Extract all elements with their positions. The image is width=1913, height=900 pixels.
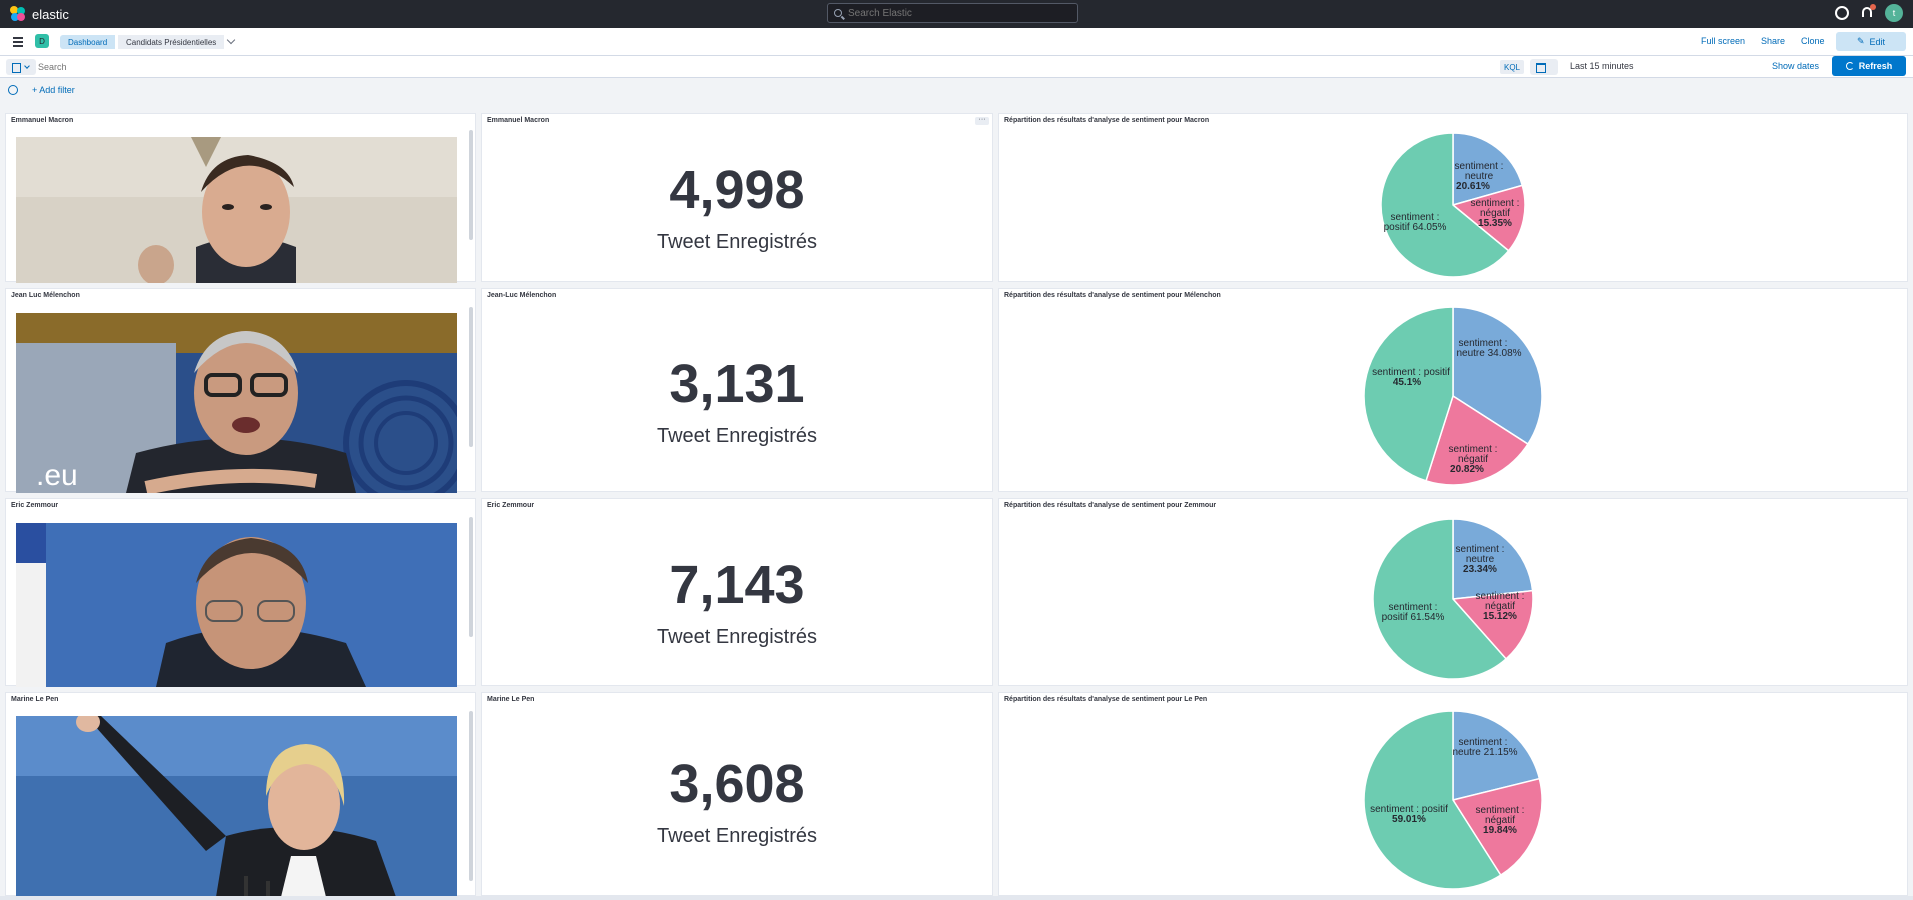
metric-label: Tweet Enregistrés: [656, 626, 818, 648]
pie-label-neutre: 20.61%: [1456, 181, 1490, 192]
calendar-icon[interactable]: [1530, 59, 1558, 75]
panel-title: Emmanuel Macron: [487, 117, 550, 124]
full-screen-button[interactable]: Full screen: [1701, 36, 1745, 46]
breadcrumb-dashboard[interactable]: Dashboard: [60, 35, 116, 49]
metric-panel: Marine Le Pen 3,608 Tweet Enregistrés: [481, 692, 993, 896]
image-panel: Emmanuel Macron: [5, 113, 476, 283]
metric-label: Tweet Enregistrés: [656, 825, 818, 847]
news-bell-icon[interactable]: [1860, 4, 1876, 20]
pie-label-negatif: 15.12%: [1483, 611, 1517, 622]
sentiment-pie-chart: sentiment : neutre 20.61% sentiment : négat…: [1380, 132, 1526, 278]
app-name: elastic: [32, 6, 69, 22]
panel-scrollbar[interactable]: [469, 130, 473, 240]
pie-label-positif: 59.01%: [1392, 814, 1426, 825]
pie-label-neutre: neutre 34.08%: [1456, 348, 1521, 359]
user-avatar[interactable]: t: [1885, 4, 1903, 22]
edit-button[interactable]: ✎ Edit: [1836, 32, 1906, 51]
pie-label-positif: 45.1%: [1393, 377, 1421, 388]
image-panel: Eric Zemmour: [5, 498, 476, 687]
metric-panel: Emmanuel Macron ··· 4,998 Tweet Enregist…: [481, 113, 993, 282]
elastic-logo-icon: [10, 6, 26, 22]
metric-label: Tweet Enregistrés: [656, 425, 818, 447]
global-search-input[interactable]: [848, 7, 1068, 19]
refresh-icon: [1845, 62, 1854, 70]
panel-title: Jean-Luc Mélenchon: [487, 292, 557, 299]
show-dates-button[interactable]: Show dates: [1772, 61, 1819, 71]
refresh-button[interactable]: Refresh: [1832, 56, 1906, 76]
time-range[interactable]: Last 15 minutes: [1570, 61, 1634, 71]
pie-label-neutre: 23.34%: [1463, 564, 1497, 575]
metric-value: 7,143: [669, 555, 805, 615]
edit-label: Edit: [1869, 36, 1886, 47]
space-avatar[interactable]: D: [35, 34, 49, 48]
pie-panel: Répartition des résultats d'analyse de s…: [998, 498, 1908, 686]
pie-label-negatif: 15.35%: [1478, 218, 1512, 229]
top-header: elastic t: [0, 0, 1913, 28]
candidate-photo: [16, 523, 457, 687]
pie-label-negatif: 19.84%: [1483, 825, 1517, 836]
pie-panel: Répartition des résultats d'analyse de s…: [998, 692, 1908, 896]
photo-eu-text: .eu: [36, 459, 78, 492]
panel-title: Eric Zemmour: [487, 502, 535, 509]
kql-toggle[interactable]: KQL: [1500, 60, 1524, 74]
image-panel: Jean Luc Mélenchon .eu: [5, 288, 476, 493]
sentiment-pie-chart: sentiment : neutre 21.15% sentiment : néga…: [1363, 710, 1543, 890]
chevron-down-icon[interactable]: [226, 35, 236, 45]
pie-label-positif: positif 64.05%: [1384, 222, 1447, 233]
share-button[interactable]: Share: [1761, 36, 1785, 46]
nav-bar: D Dashboard Candidats Présidentielles Fu…: [0, 28, 1913, 56]
metric-label: Tweet Enregistrés: [656, 231, 818, 253]
query-bar: KQL Last 15 minutes Show dates: [0, 56, 1913, 78]
pie-label-positif: positif 61.54%: [1382, 612, 1445, 623]
panel-options-icon[interactable]: ···: [975, 116, 989, 125]
panel-title: Emmanuel Macron: [11, 117, 74, 124]
query-input[interactable]: [38, 58, 1498, 76]
metric-value: 3,131: [669, 354, 805, 414]
filter-bar: + Add filter: [0, 80, 1913, 100]
metric-panel: Eric Zemmour 7,143 Tweet Enregistrés: [481, 498, 993, 686]
panel-title: Marine Le Pen: [11, 696, 59, 703]
bottom-divider: [0, 896, 1913, 900]
help-icon[interactable]: [1835, 6, 1849, 20]
candidate-photo: [16, 137, 457, 283]
panel-title: Marine Le Pen: [487, 696, 535, 703]
notification-badge: [1870, 4, 1876, 10]
panel-title: Eric Zemmour: [11, 502, 59, 509]
elastic-logo[interactable]: elastic: [10, 5, 69, 23]
candidate-photo: .eu: [16, 313, 457, 493]
panel-scrollbar[interactable]: [469, 307, 473, 447]
saved-query-icon[interactable]: [6, 59, 36, 75]
pie-panel: Répartition des résultats d'analyse de s…: [998, 113, 1908, 282]
global-search[interactable]: [827, 3, 1078, 23]
search-icon: [834, 9, 842, 17]
menu-icon[interactable]: [13, 37, 23, 47]
pencil-icon: ✎: [1856, 36, 1865, 46]
breadcrumb-current: Candidats Présidentielles: [118, 35, 225, 49]
panel-scrollbar[interactable]: [469, 517, 473, 637]
pie-label-negatif: 20.82%: [1450, 464, 1484, 475]
clone-button[interactable]: Clone: [1801, 36, 1825, 46]
panel-scrollbar[interactable]: [469, 711, 473, 881]
image-panel: Marine Le Pen: [5, 692, 476, 897]
svg-text:sentiment :positif 64.05%: sentiment : positif 64.05%: [1384, 212, 1447, 233]
filter-options-icon[interactable]: [8, 85, 18, 95]
panel-title: Jean Luc Mélenchon: [11, 292, 80, 299]
sentiment-pie-chart: sentiment : neutre 23.34% sentiment : négat…: [1372, 518, 1534, 680]
svg-text:sentiment :positif 61.54%: sentiment : positif 61.54%: [1382, 602, 1445, 623]
candidate-photo: [16, 716, 457, 897]
metric-value: 4,998: [669, 160, 805, 220]
add-filter-button[interactable]: + Add filter: [32, 85, 75, 95]
sentiment-pie-chart: sentiment : neutre 34.08% sentiment : néga…: [1363, 306, 1543, 486]
metric-panel: Jean-Luc Mélenchon 3,131 Tweet Enregistr…: [481, 288, 993, 492]
metric-value: 3,608: [669, 754, 805, 814]
pie-label-neutre: neutre 21.15%: [1452, 747, 1517, 758]
refresh-label: Refresh: [1858, 61, 1893, 71]
pie-panel: Répartition des résultats d'analyse de s…: [998, 288, 1908, 492]
